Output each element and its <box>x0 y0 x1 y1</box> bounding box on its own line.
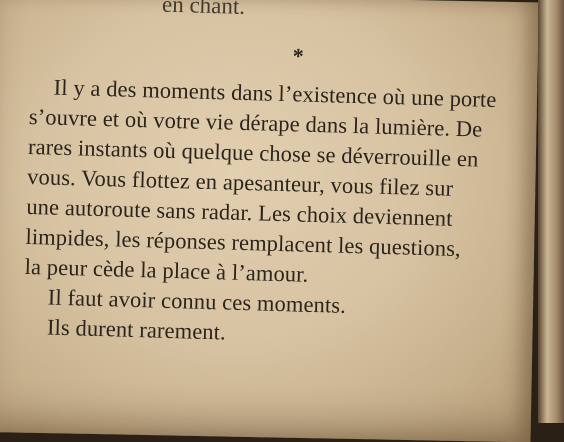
previous-paragraph-ending: en chant. <box>161 0 246 19</box>
section-separator: * <box>292 43 305 69</box>
paragraph: Il y a des moments dans l’existence où u… <box>23 72 550 356</box>
